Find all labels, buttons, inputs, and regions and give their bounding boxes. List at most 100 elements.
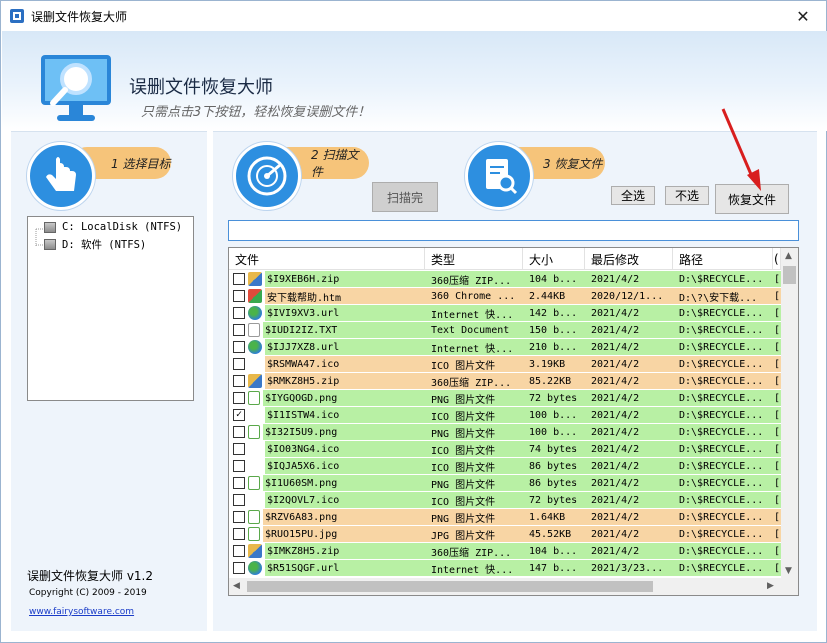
scrollbar-corner [781,578,798,595]
file-type: ICO 图片文件 [425,492,523,508]
app-window: 误删文件恢复大师 ✕ 误删文件恢复大师 只需点击3下按钮，轻松恢复误删文件！ 1… [0,0,827,643]
file-row[interactable]: $R51SQGF.url Internet 快... 147 b... 2021/3/… [229,559,781,576]
drive-item-d[interactable]: D: 软件 (NTFS) [44,237,146,252]
file-row[interactable]: $I32I5U9.png PNG 图片文件 100 b... 2021/4/2 D:\$… [229,423,781,440]
document-search-icon [486,159,518,195]
file-row[interactable]: $RUO15PU.jpg JPG 图片文件 45.52KB 2021/4/2 D:\$R… [229,525,781,542]
file-checkbox[interactable] [233,358,245,370]
column-header-size[interactable]: 大小 [523,248,585,270]
file-size: 147 b... [523,560,585,576]
column-header-modified[interactable]: 最后修改 [585,248,673,270]
close-button[interactable]: ✕ [780,1,826,31]
footer-website-link[interactable]: www.fairysoftware.com [29,607,134,617]
file-name-cell: $IYGQOGD.png [229,390,425,406]
file-row[interactable]: $I9XEB6H.zip 360压缩 ZIP... 104 b... 2021/4/2… [229,270,781,287]
file-checkbox[interactable] [233,545,245,557]
file-row[interactable]: $RSMWA47.ico ICO 图片文件 3.19KB 2021/4/2 D:\$RE… [229,355,781,372]
banner [2,31,827,131]
file-row[interactable]: $I2QOVL7.ico ICO 图片文件 72 bytes 2021/4/2 D:\$… [229,491,781,508]
file-checkbox[interactable] [233,273,245,285]
scroll-down-icon[interactable]: ▼ [785,566,792,576]
footer-app-name: 误删文件恢复大师 v1.2 [27,569,154,583]
file-row[interactable]: $IQJA5X6.ico ICO 图片文件 86 bytes 2021/4/2 D:\$… [229,457,781,474]
file-checkbox[interactable] [233,290,245,302]
file-type: PNG 图片文件 [425,390,523,406]
horizontal-scrollbar[interactable]: ◀ ▶ [229,578,781,595]
file-path: D:\$RECYCLE... [673,322,773,338]
file-modified: 2021/4/2 [585,492,673,508]
file-row[interactable]: $RZV6A83.png PNG 图片文件 1.64KB 2021/4/2 D:\$RE… [229,508,781,525]
hard-drive-icon [44,239,56,250]
file-extra: [ [773,543,781,559]
file-row[interactable]: 安下载帮助.htm 360 Chrome ... 2.44KB 2020/12/1..… [229,287,781,304]
file-name: $I2QOVL7.ico [265,492,425,508]
file-row[interactable]: $IYGQOGD.png PNG 图片文件 72 bytes 2021/4/2 D:\$… [229,389,781,406]
file-modified: 2021/4/2 [585,543,673,559]
file-name: 安下载帮助.htm [265,288,425,304]
column-header-extra[interactable]: ( [773,248,781,270]
file-checkbox[interactable] [233,392,245,404]
file-type: 360压缩 ZIP... [425,271,523,287]
file-checkbox[interactable] [233,341,245,353]
banner-title: 误删文件恢复大师 [129,77,273,98]
scroll-left-icon[interactable]: ◀ [233,581,240,591]
file-checkbox[interactable] [233,324,245,336]
file-extra: [ [773,356,781,372]
column-header-type[interactable]: 类型 [425,248,523,270]
file-name: $RMKZ8H5.zip [265,373,425,389]
file-checkbox[interactable] [233,460,245,472]
image-file-icon [248,476,260,490]
file-row[interactable]: $I1U60SM.png PNG 图片文件 86 bytes 2021/4/2 D:\$… [229,474,781,491]
file-checkbox[interactable] [233,443,245,455]
file-extra: [ [773,322,781,338]
file-checkbox[interactable] [233,511,245,523]
file-name: $IVI9XV3.url [265,305,425,321]
scroll-up-icon[interactable]: ▲ [785,251,792,261]
file-checkbox[interactable] [233,375,245,387]
file-size: 100 b... [523,407,585,423]
vertical-scrollbar[interactable]: ▲ ▼ [781,248,798,580]
file-path: D:\$RECYCLE... [673,356,773,372]
file-checkbox[interactable] [233,494,245,506]
file-size: 150 b... [523,322,585,338]
path-input[interactable] [228,220,799,241]
scan-done-button[interactable]: 扫描完 [372,182,438,212]
scroll-right-icon[interactable]: ▶ [767,581,774,591]
file-path: D:\$RECYCLE... [673,407,773,423]
browser-icon [248,289,262,303]
select-all-button[interactable]: 全选 [611,186,655,205]
file-row[interactable]: $IVI9XV3.url Internet 快... 142 b... 2021/4/… [229,304,781,321]
file-row[interactable]: $IUDI2IZ.TXT Text Document 150 b... 2021/4/… [229,321,781,338]
file-row[interactable]: $IMKZ8H5.zip 360压缩 ZIP... 104 b... 2021/4/2… [229,542,781,559]
file-row[interactable]: $IO03NG4.ico ICO 图片文件 74 bytes 2021/4/2 D:\$… [229,440,781,457]
step-3-circle [465,142,533,210]
file-row[interactable]: $RMKZ8H5.zip 360压缩 ZIP... 85.22KB 2021/4/2 D… [229,372,781,389]
select-none-button[interactable]: 不选 [665,186,709,205]
file-checkbox[interactable] [233,426,245,438]
drive-tree[interactable]: C: LocalDisk (NTFS) D: 软件 (NTFS) [27,216,194,401]
file-list[interactable]: 文件 类型 大小 最后修改 路径 ( $I9XEB6H.zip 360压缩 ZIP… [228,247,799,596]
blank-icon [248,408,262,422]
horizontal-scroll-thumb[interactable] [247,581,653,592]
file-extra: [ [773,509,781,525]
column-header-path[interactable]: 路径 [673,248,773,270]
file-path: D:\$RECYCLE... [673,373,773,389]
file-checkbox[interactable] [233,562,245,574]
file-path: D:\$RECYCLE... [673,509,773,525]
column-header-file[interactable]: 文件 [229,248,425,270]
drive-item-c[interactable]: C: LocalDisk (NTFS) [44,221,182,233]
vertical-scroll-thumb[interactable] [783,266,796,284]
file-row[interactable]: ✓ $I1ISTW4.ico ICO 图片文件 100 b... 2021/4/2 D:\… [229,406,781,423]
file-checkbox[interactable] [233,528,245,540]
step-1-circle [27,142,95,210]
file-row[interactable]: $IJJ7XZ8.url Internet 快... 210 b... 2021/4/… [229,338,781,355]
file-checkbox[interactable] [233,477,245,489]
file-type: ICO 图片文件 [425,356,523,372]
file-name-cell: $I2QOVL7.ico [229,492,425,508]
banner-subtitle: 只需点击3下按钮，轻松恢复误删文件！ [141,105,371,120]
file-size: 1.64KB [523,509,585,525]
file-checkbox[interactable] [233,307,245,319]
radar-icon [247,156,287,196]
file-name-cell: $RZV6A83.png [229,509,425,525]
file-checkbox-checked[interactable]: ✓ [233,409,245,421]
